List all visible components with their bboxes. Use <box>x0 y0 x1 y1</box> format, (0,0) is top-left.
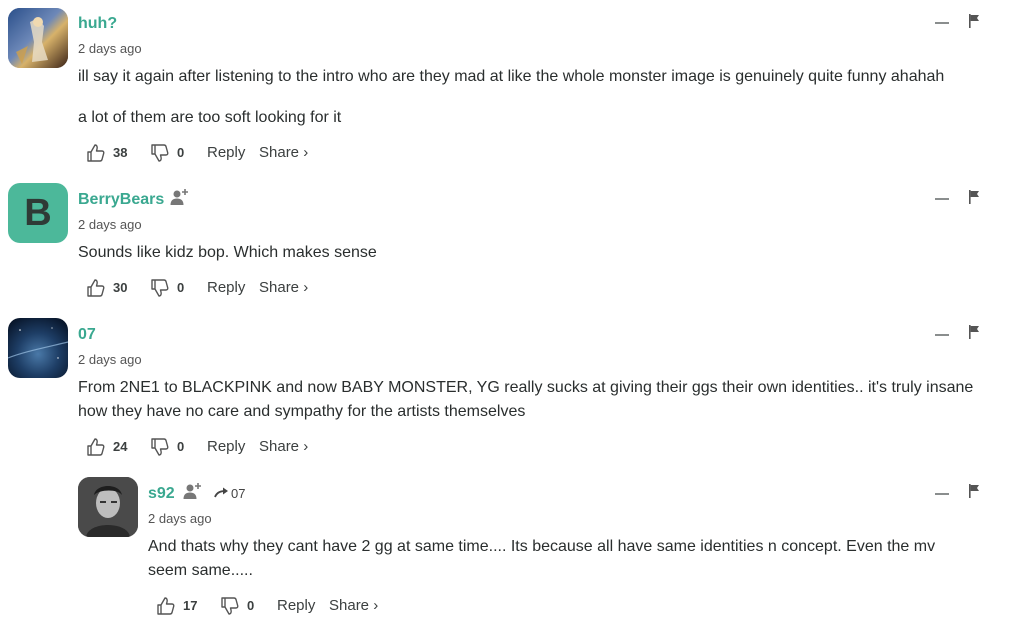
upvote-count: 24 <box>113 439 128 454</box>
username[interactable]: huh? <box>78 14 117 34</box>
avatar[interactable] <box>8 318 68 378</box>
follow-user-icon[interactable] <box>169 188 189 206</box>
upvote-count: 17 <box>183 598 198 613</box>
comment-text-line: a lot of them are too soft looking for i… <box>78 109 342 126</box>
avatar[interactable]: B <box>8 183 68 243</box>
flag-icon[interactable] <box>968 484 980 498</box>
flag-icon[interactable] <box>968 190 980 204</box>
reply-button[interactable]: Reply <box>207 142 245 164</box>
thumbs-down-icon[interactable] <box>150 143 170 163</box>
avatar-image <box>78 477 138 537</box>
comment-text-line: From 2NE1 to BLACKPINK and now BABY MONS… <box>78 379 974 396</box>
reply-arrow-icon <box>214 487 228 498</box>
username[interactable]: s92 <box>148 484 175 504</box>
comment-actions: 38 0 Reply Share › <box>86 142 386 164</box>
downvote-count: 0 <box>177 280 185 295</box>
avatar[interactable] <box>8 8 68 68</box>
thumbs-up-icon[interactable] <box>86 278 106 298</box>
thumbs-up-icon[interactable] <box>86 437 106 457</box>
timestamp[interactable]: 2 days ago <box>148 511 212 527</box>
username[interactable]: 07 <box>78 325 96 345</box>
comment-text-line: And thats why they cant have 2 gg at sam… <box>148 538 936 555</box>
downvote-count: 0 <box>177 439 185 454</box>
comment-text-line: seem same..... <box>148 562 253 579</box>
minimize-icon[interactable] <box>935 334 949 336</box>
timestamp[interactable]: 2 days ago <box>78 352 142 368</box>
avatar[interactable] <box>78 477 138 537</box>
share-button[interactable]: Share › <box>329 595 378 617</box>
comment-text-line: ill say it again after listening to the … <box>78 68 945 85</box>
reply-button[interactable]: Reply <box>277 595 315 617</box>
minimize-icon[interactable] <box>935 22 949 24</box>
reply-button[interactable]: Reply <box>207 436 245 458</box>
thumbs-down-icon[interactable] <box>150 437 170 457</box>
downvote-count: 0 <box>177 145 185 160</box>
timestamp[interactable]: 2 days ago <box>78 217 142 233</box>
upvote-count: 38 <box>113 145 128 160</box>
avatar-letter: B <box>24 191 52 234</box>
minimize-icon[interactable] <box>935 493 949 495</box>
comment-text-line: Sounds like kidz bop. Which makes sense <box>78 244 377 261</box>
thumbs-down-icon[interactable] <box>220 596 240 616</box>
thumbs-up-icon[interactable] <box>86 143 106 163</box>
username[interactable]: BerryBears <box>78 190 164 210</box>
flag-icon[interactable] <box>968 325 980 339</box>
comment-actions: 24 0 Reply Share › <box>86 436 386 458</box>
share-button[interactable]: Share › <box>259 436 308 458</box>
thumbs-down-icon[interactable] <box>150 278 170 298</box>
share-button[interactable]: Share › <box>259 142 308 164</box>
comment-actions: 17 0 Reply Share › <box>156 595 456 617</box>
avatar-image <box>8 318 68 378</box>
share-button[interactable]: Share › <box>259 277 308 299</box>
minimize-icon[interactable] <box>935 198 949 200</box>
downvote-count: 0 <box>247 598 255 613</box>
thumbs-up-icon[interactable] <box>156 596 176 616</box>
comment-actions: 30 0 Reply Share › <box>86 277 386 299</box>
follow-user-icon[interactable] <box>182 482 202 500</box>
flag-icon[interactable] <box>968 14 980 28</box>
avatar-image <box>8 8 68 68</box>
upvote-count: 30 <box>113 280 128 295</box>
timestamp[interactable]: 2 days ago <box>78 41 142 57</box>
reply-button[interactable]: Reply <box>207 277 245 299</box>
reply-to-username[interactable]: 07 <box>231 486 245 502</box>
comment-text-line: how they have no care and sympathy for t… <box>78 403 526 420</box>
